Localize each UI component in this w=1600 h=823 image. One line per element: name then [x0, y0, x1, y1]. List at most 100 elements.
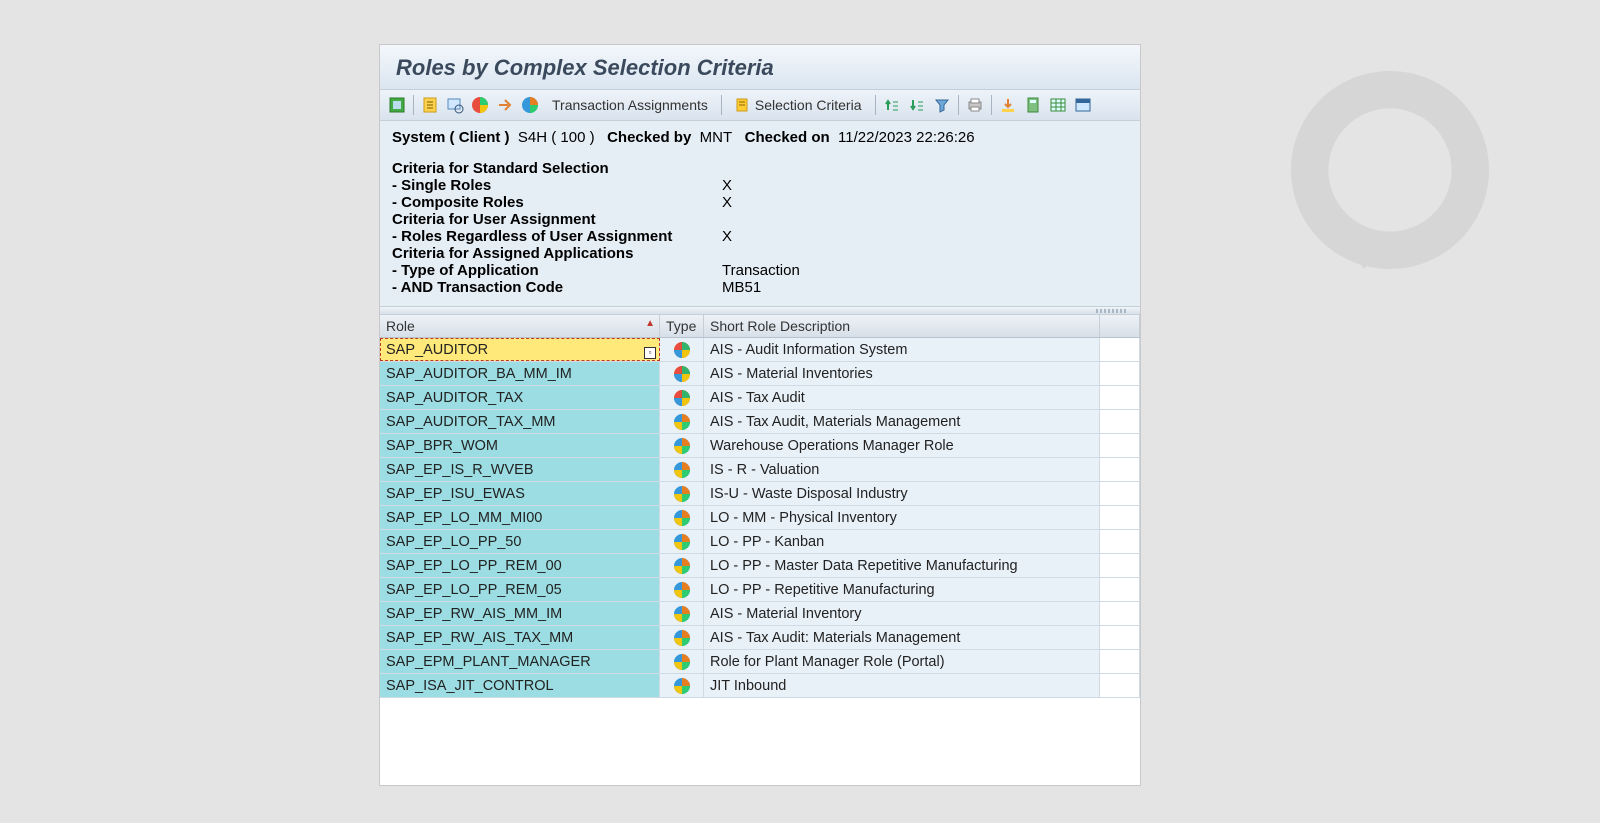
- cell-role[interactable]: SAP_EP_RW_AIS_TAX_MM: [380, 626, 660, 649]
- col-desc[interactable]: Short Role Description: [704, 315, 1100, 337]
- cell-spacer: [1100, 650, 1140, 673]
- cell-role[interactable]: SAP_AUDITOR_TAX_MM: [380, 410, 660, 433]
- filter-icon[interactable]: [931, 94, 953, 116]
- criteria-key: - Type of Application: [392, 262, 722, 279]
- execute-icon[interactable]: [386, 94, 408, 116]
- cell-type: [660, 602, 704, 625]
- table-body: SAP_AUDITOR▫ AIS - Audit Information Syst…: [380, 338, 1140, 698]
- cell-role[interactable]: SAP_EPM_PLANT_MANAGER: [380, 650, 660, 673]
- cell-role[interactable]: SAP_EP_LO_MM_MI00: [380, 506, 660, 529]
- col-spacer: [1100, 315, 1140, 337]
- table-row[interactable]: SAP_AUDITOR_TAXAIS - Tax Audit: [380, 386, 1140, 410]
- selection-criteria-button[interactable]: Selection Criteria: [727, 95, 870, 115]
- cell-desc: AIS - Tax Audit: Materials Management: [704, 626, 1100, 649]
- cell-type: [660, 578, 704, 601]
- calc-icon[interactable]: [1022, 94, 1044, 116]
- system-line: System ( Client ) S4H ( 100 ) Checked by…: [392, 129, 1128, 146]
- cell-spacer: [1100, 338, 1140, 361]
- table-row[interactable]: SAP_EP_LO_MM_MI00LO - MM - Physical Inve…: [380, 506, 1140, 530]
- cell-type: [660, 674, 704, 697]
- table-row[interactable]: SAP_AUDITOR▫ AIS - Audit Information Syst…: [380, 338, 1140, 362]
- table-row[interactable]: SAP_EP_RW_AIS_TAX_MM AIS - Tax Audit: Mat…: [380, 626, 1140, 650]
- criteria-key: Criteria for Standard Selection: [392, 160, 722, 177]
- cell-spacer: [1100, 410, 1140, 433]
- cell-desc: Warehouse Operations Manager Role: [704, 434, 1100, 457]
- cell-role[interactable]: SAP_EP_IS_R_WVEB: [380, 458, 660, 481]
- selection-handle-icon[interactable]: ▫: [644, 347, 656, 359]
- cell-spacer: [1100, 386, 1140, 409]
- criteria-row: - Composite RolesX: [392, 194, 1128, 211]
- export-icon[interactable]: [997, 94, 1019, 116]
- cell-role[interactable]: SAP_EP_ISU_EWAS: [380, 482, 660, 505]
- cell-role[interactable]: SAP_EP_LO_PP_50: [380, 530, 660, 553]
- table-row[interactable]: SAP_EP_LO_PP_REM_05 LO - PP - Repetitive …: [380, 578, 1140, 602]
- cell-spacer: [1100, 626, 1140, 649]
- role-type-pie-icon: [673, 533, 691, 551]
- role-type-pie-icon: [673, 557, 691, 575]
- titlebar: Roles by Complex Selection Criteria: [380, 45, 1140, 90]
- col-type[interactable]: Type: [660, 315, 704, 337]
- cell-role[interactable]: SAP_AUDITOR_BA_MM_IM: [380, 362, 660, 385]
- cell-role[interactable]: SAP_ISA_JIT_CONTROL: [380, 674, 660, 697]
- cell-desc: LO - PP - Repetitive Manufacturing: [704, 578, 1100, 601]
- splitter[interactable]: [380, 307, 1140, 315]
- cell-desc: AIS - Audit Information System: [704, 338, 1100, 361]
- sort-desc-icon[interactable]: [906, 94, 928, 116]
- page-title: Roles by Complex Selection Criteria: [396, 55, 1124, 81]
- cell-role[interactable]: SAP_AUDITOR_TAX: [380, 386, 660, 409]
- cell-type: [660, 338, 704, 361]
- spreadsheet-icon[interactable]: [1047, 94, 1069, 116]
- criteria-icon: [735, 97, 751, 113]
- cell-type: [660, 554, 704, 577]
- criteria-key: - Single Roles: [392, 177, 722, 194]
- cell-spacer: [1100, 434, 1140, 457]
- table-row[interactable]: SAP_EPM_PLANT_MANAGER Role for Plant Mana…: [380, 650, 1140, 674]
- cell-role[interactable]: SAP_EP_LO_PP_REM_00: [380, 554, 660, 577]
- navigate-icon[interactable]: [494, 94, 516, 116]
- col-role[interactable]: Role ▲: [380, 315, 660, 337]
- cell-role[interactable]: SAP_EP_LO_PP_REM_05: [380, 578, 660, 601]
- cell-spacer: [1100, 458, 1140, 481]
- cell-spacer: [1100, 482, 1140, 505]
- criteria-key: - Roles Regardless of User Assignment: [392, 228, 722, 245]
- cell-spacer: [1100, 362, 1140, 385]
- criteria-row: Criteria for User Assignment: [392, 211, 1128, 228]
- cell-role[interactable]: SAP_EP_RW_AIS_MM_IM: [380, 602, 660, 625]
- cell-type: [660, 434, 704, 457]
- role-type-pie-icon: [673, 629, 691, 647]
- cell-desc: AIS - Material Inventory: [704, 602, 1100, 625]
- toolbar: Transaction Assignments Selection Criter…: [380, 90, 1140, 121]
- table-row[interactable]: SAP_BPR_WOM Warehouse Operations Manager …: [380, 434, 1140, 458]
- sort-asc-icon[interactable]: [881, 94, 903, 116]
- role-type-pie-icon: [673, 581, 691, 599]
- role-type-pie-icon: [673, 413, 691, 431]
- cell-role[interactable]: SAP_AUDITOR▫: [380, 338, 660, 361]
- details-icon[interactable]: [419, 94, 441, 116]
- criteria-list: Criteria for Standard Selection- Single …: [392, 160, 1128, 296]
- criteria-value: X: [722, 228, 732, 245]
- cell-desc: Role for Plant Manager Role (Portal): [704, 650, 1100, 673]
- table-row[interactable]: SAP_AUDITOR_BA_MM_IMAIS - Material Inven…: [380, 362, 1140, 386]
- criteria-value: X: [722, 177, 732, 194]
- table-row[interactable]: SAP_EP_LO_PP_REM_00LO - PP - Master Data…: [380, 554, 1140, 578]
- cell-role[interactable]: SAP_BPR_WOM: [380, 434, 660, 457]
- criteria-value: Transaction: [722, 262, 800, 279]
- cell-desc: LO - PP - Kanban: [704, 530, 1100, 553]
- table-row[interactable]: SAP_ISA_JIT_CONTROLJIT Inbound: [380, 674, 1140, 698]
- role-type-pie-icon: [673, 509, 691, 527]
- pie-a-icon[interactable]: [469, 94, 491, 116]
- table-row[interactable]: SAP_EP_IS_R_WVEBIS - R - Valuation: [380, 458, 1140, 482]
- inspect-icon[interactable]: [444, 94, 466, 116]
- table-row[interactable]: SAP_EP_LO_PP_50 LO - PP - Kanban: [380, 530, 1140, 554]
- role-type-pie-icon: [673, 605, 691, 623]
- cell-type: [660, 482, 704, 505]
- layout-icon[interactable]: [1072, 94, 1094, 116]
- role-type-pie-icon: [673, 653, 691, 671]
- role-type-pie-icon: [673, 389, 691, 407]
- transaction-assignments-button[interactable]: Transaction Assignments: [544, 95, 716, 115]
- pie-b-icon[interactable]: [519, 94, 541, 116]
- table-row[interactable]: SAP_EP_ISU_EWASIS-U - Waste Disposal Ind…: [380, 482, 1140, 506]
- table-row[interactable]: SAP_EP_RW_AIS_MM_IM AIS - Material Invent…: [380, 602, 1140, 626]
- table-row[interactable]: SAP_AUDITOR_TAX_MMAIS - Tax Audit, Mater…: [380, 410, 1140, 434]
- print-icon[interactable]: [964, 94, 986, 116]
